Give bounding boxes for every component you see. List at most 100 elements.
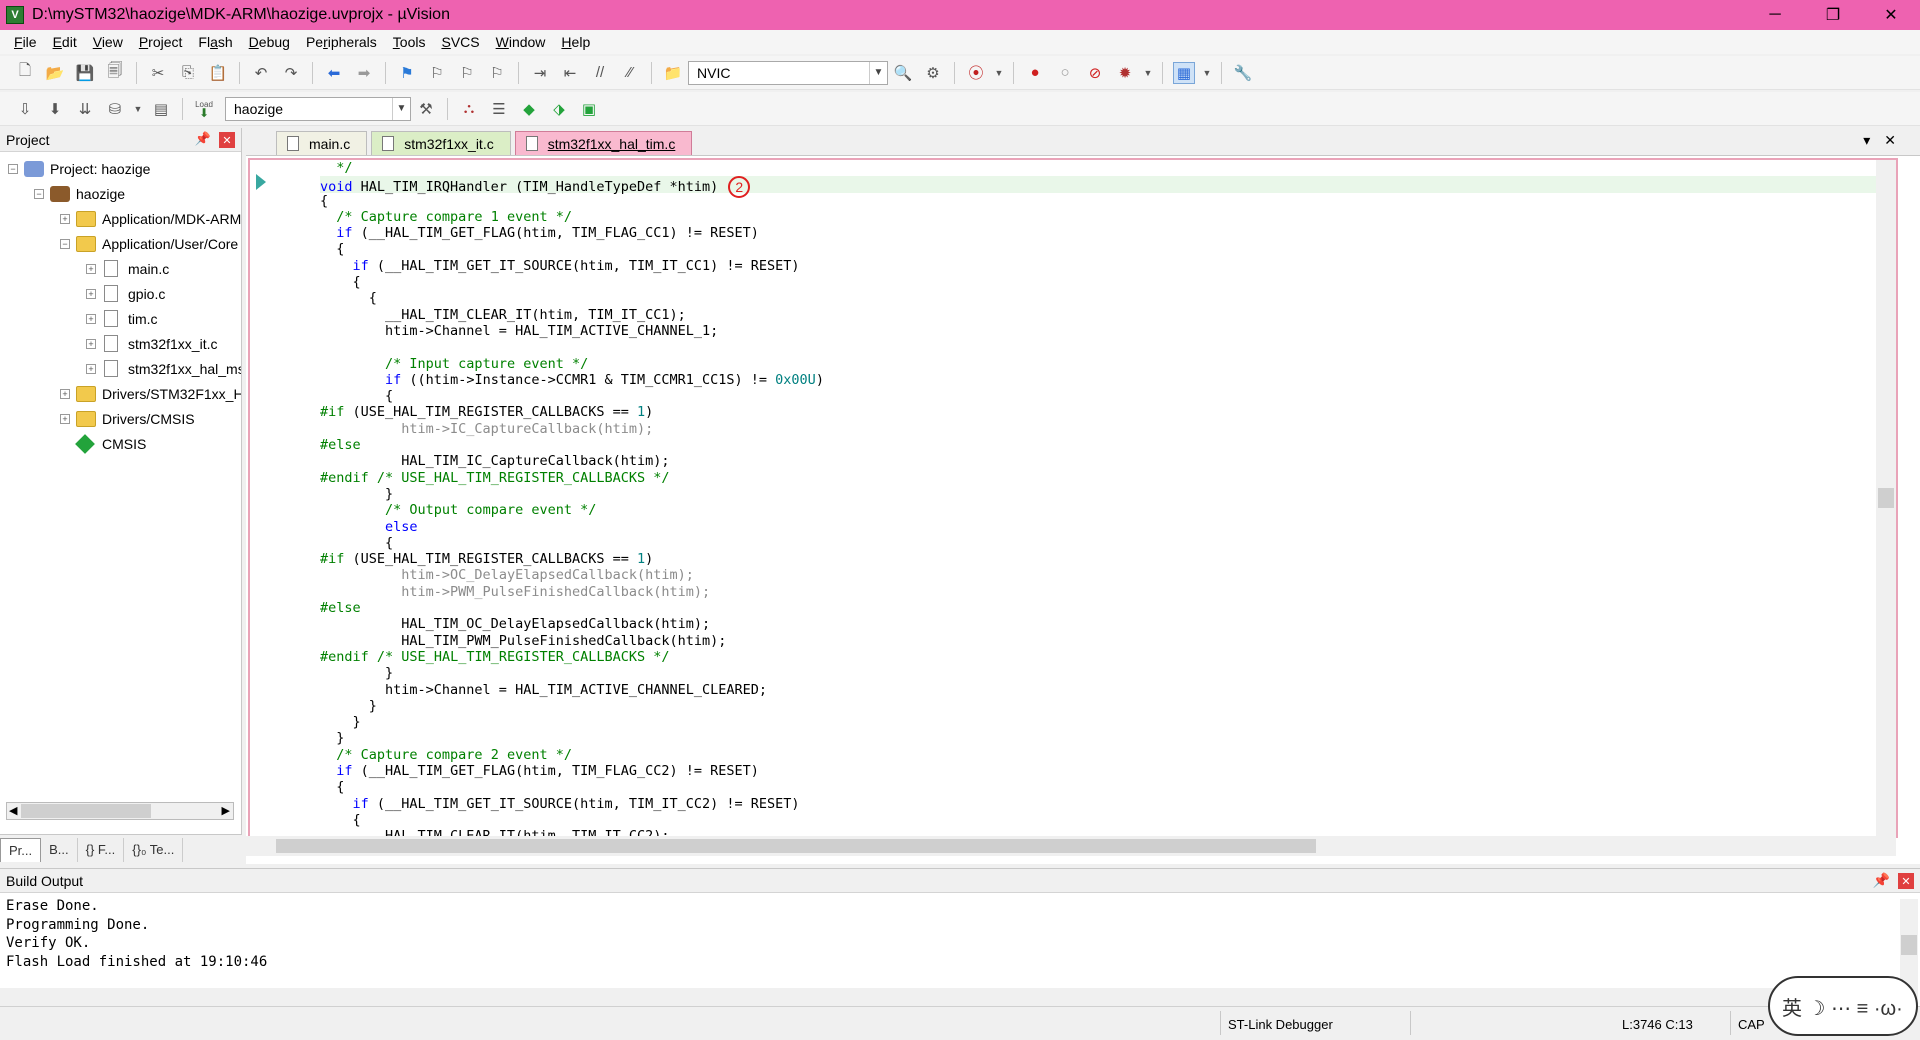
software-packs-icon[interactable]: ▣ [578, 98, 600, 120]
paste-icon[interactable]: 📋 [207, 62, 229, 84]
tree-item[interactable]: − Application/User/Core [0, 231, 241, 256]
menu-item[interactable]: Project [131, 34, 191, 50]
indent-icon[interactable]: ⇥ [529, 62, 551, 84]
pin-icon[interactable]: 📌 [1873, 872, 1890, 889]
code-line[interactable]: 3758 if ((htim->Instance->CCMR1 & TIM_CC… [320, 372, 1896, 388]
expand-icon[interactable]: + [86, 288, 96, 299]
chevron-down-icon[interactable]: ▼ [869, 61, 887, 84]
project-horizontal-scrollbar[interactable]: ◀ ▶ [6, 802, 234, 820]
code-line[interactable]: 3763 HAL_TIM_IC_CaptureCallback(htim); [320, 453, 1896, 469]
code-line[interactable]: 3745 */ [320, 160, 1896, 176]
configure-icon[interactable]: 🔧 [1232, 62, 1254, 84]
disable-breakpoint-icon[interactable]: ○ [1054, 62, 1076, 84]
project-panel-tab[interactable]: {}₀ Te... [124, 837, 184, 862]
expand-icon[interactable]: + [86, 363, 96, 374]
menu-item[interactable]: Flash [190, 34, 240, 50]
target-combo[interactable]: haozige ▼ [225, 96, 411, 121]
project-panel-tab[interactable]: B... [41, 837, 78, 862]
code-editor[interactable]: 3745 */3746void HAL_TIM_IRQHandler (TIM_… [248, 158, 1898, 838]
bookmark-icon[interactable]: ⚑ [396, 62, 418, 84]
download-icon[interactable]: Load ⬇ [193, 98, 215, 120]
tree-item[interactable]: + stm32f1xx_hal_msp.c [0, 356, 241, 381]
chevron-down-icon[interactable]: ▼ [1144, 62, 1153, 84]
clear-bookmarks-icon[interactable]: ⚐ [486, 62, 508, 84]
build-horizontal-scrollbar[interactable] [0, 988, 1900, 1006]
incremental-find-icon[interactable]: ⚙ [922, 62, 944, 84]
menu-item[interactable]: File [6, 34, 45, 50]
minimize-button[interactable]: ─ [1746, 0, 1804, 30]
close-button[interactable]: ✕ [1862, 0, 1920, 30]
tree-item[interactable]: − haozige [0, 181, 241, 206]
close-icon[interactable]: ✕ [1898, 873, 1914, 889]
pin-icon[interactable]: 📌 [195, 131, 211, 147]
kill-breakpoints-icon[interactable]: ✹ [1114, 62, 1136, 84]
code-line[interactable]: 3786 __HAL_TIM_CLEAR_IT(htim, TIM_IT_CC2… [320, 828, 1896, 836]
tree-item[interactable]: + Drivers/CMSIS [0, 406, 241, 431]
scroll-right-icon[interactable]: ▶ [222, 804, 230, 817]
target-options-icon[interactable]: ⚒ [415, 98, 437, 120]
menu-item[interactable]: View [85, 34, 131, 50]
code-line[interactable]: 3750− { [320, 241, 1896, 257]
prev-bookmark-icon[interactable]: ⚐ [426, 62, 448, 84]
chevron-down-icon[interactable]: ▼ [392, 97, 410, 120]
project-panel-tab[interactable]: {} F... [78, 837, 125, 862]
menu-item[interactable]: Window [488, 34, 554, 50]
breakpoint-icon[interactable]: ● [1024, 62, 1046, 84]
comment-icon[interactable]: // [589, 62, 611, 84]
code-line[interactable]: 3762#else [320, 437, 1896, 453]
tree-item[interactable]: − Project: haozige [0, 156, 241, 181]
code-line[interactable]: 3749 if (__HAL_TIM_GET_FLAG(htim, TIM_FL… [320, 225, 1896, 241]
new-file-icon[interactable]: 🗋 [14, 62, 36, 84]
menu-item[interactable]: Debug [241, 34, 298, 50]
editor-tab[interactable]: main.c [276, 131, 368, 155]
uncomment-icon[interactable]: ⁄⁄ [619, 62, 641, 84]
nav-forward-icon[interactable]: ➡ [353, 62, 375, 84]
code-line[interactable]: 3777 htim->Channel = HAL_TIM_ACTIVE_CHAN… [320, 682, 1896, 698]
tree-item[interactable]: + gpio.c [0, 281, 241, 306]
next-bookmark-icon[interactable]: ⚐ [456, 62, 478, 84]
editor-vertical-scrollbar[interactable] [1876, 160, 1896, 836]
translate-icon[interactable]: ⇩ [14, 98, 36, 120]
code-line[interactable]: 3784 if (__HAL_TIM_GET_IT_SOURCE(htim, T… [320, 796, 1896, 812]
code-line[interactable]: 3751 if (__HAL_TIM_GET_IT_SOURCE(htim, T… [320, 258, 1896, 274]
redo-icon[interactable]: ↷ [280, 62, 302, 84]
expand-icon[interactable]: + [86, 313, 96, 324]
code-line[interactable]: 3753− { [320, 290, 1896, 306]
find-combo[interactable]: NVIC ▼ [688, 60, 888, 85]
editor-horizontal-scrollbar[interactable] [246, 836, 1896, 856]
save-icon[interactable]: 💾 [74, 62, 96, 84]
code-line[interactable]: 3781 /* Capture compare 2 event */ [320, 747, 1896, 763]
tree-item[interactable]: + Application/MDK-ARM [0, 206, 241, 231]
code-line[interactable]: 3766 /* Output compare event */ [320, 502, 1896, 518]
debug-session-icon[interactable]: ⦿ [965, 62, 987, 84]
close-icon[interactable]: ✕ [219, 132, 235, 148]
expand-icon[interactable]: + [86, 263, 96, 274]
build-icon[interactable]: ⬇ [44, 98, 66, 120]
tree-item[interactable]: + main.c [0, 256, 241, 281]
code-line[interactable]: 3759− { [320, 388, 1896, 404]
code-line[interactable]: 3768− { [320, 535, 1896, 551]
undo-icon[interactable]: ↶ [250, 62, 272, 84]
code-line[interactable]: 3754 __HAL_TIM_CLEAR_IT(htim, TIM_IT_CC1… [320, 307, 1896, 323]
collapse-icon[interactable]: − [34, 188, 44, 199]
find-icon[interactable]: 🔍 [892, 62, 914, 84]
expand-icon[interactable]: + [60, 388, 70, 399]
code-line[interactable]: 3756 [320, 339, 1896, 355]
chevron-down-icon[interactable]: ▼ [1203, 62, 1212, 84]
code-line[interactable]: 3773 HAL_TIM_OC_DelayElapsedCallback(hti… [320, 616, 1896, 632]
restore-button[interactable]: ❐ [1804, 0, 1862, 30]
stop-build-icon[interactable]: ▤ [150, 98, 172, 120]
scrollbar-thumb[interactable] [276, 839, 1316, 853]
code-line[interactable]: 3771 htim->PWM_PulseFinishedCallback(hti… [320, 584, 1896, 600]
code-line[interactable]: 3760−#if (USE_HAL_TIM_REGISTER_CALLBACKS… [320, 404, 1896, 420]
code-line[interactable]: 3765 } [320, 486, 1896, 502]
tree-item[interactable]: + Drivers/STM32F1xx_HAL_Driver [0, 381, 241, 406]
project-panel-tab[interactable]: Pr... [0, 837, 42, 862]
tree-item[interactable]: + stm32f1xx_it.c [0, 331, 241, 356]
scrollbar-thumb[interactable] [1901, 935, 1917, 955]
code-line[interactable]: 3783− { [320, 779, 1896, 795]
save-all-icon[interactable]: 🗐 [104, 62, 126, 84]
code-line[interactable]: 3764#endif /* USE_HAL_TIM_REGISTER_CALLB… [320, 470, 1896, 486]
menu-item[interactable]: Edit [45, 34, 85, 50]
chevron-down-icon[interactable]: ▼ [134, 98, 143, 120]
